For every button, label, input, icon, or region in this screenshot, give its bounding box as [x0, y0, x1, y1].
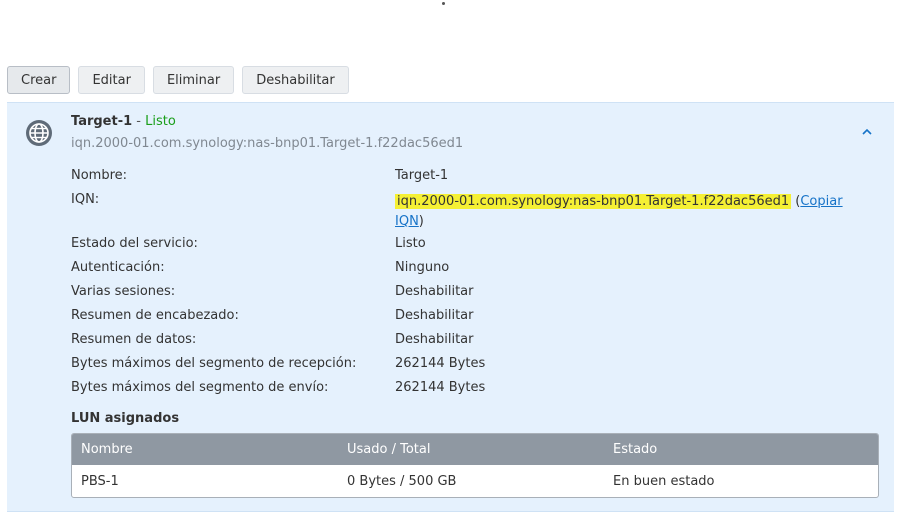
- service-status-label: Estado del servicio:: [71, 236, 198, 251]
- multi-session-value: Deshabilitar: [395, 284, 474, 299]
- max-send-value: 262144 Bytes: [395, 380, 486, 395]
- disable-button[interactable]: Deshabilitar: [242, 66, 349, 94]
- data-digest-value: Deshabilitar: [395, 332, 474, 347]
- lun-table: Nombre Usado / Total Estado PBS-1 0 Byte…: [71, 433, 879, 498]
- auth-value: Ninguno: [395, 260, 450, 275]
- lun-usage-cell: 0 Bytes / 500 GB: [347, 474, 457, 489]
- max-recv-label: Bytes máximos del segmento de recepción:: [71, 356, 357, 371]
- iqn-value-block: iqn.2000-01.com.synology:nas-bnp01.Targe…: [395, 192, 843, 232]
- target-panel[interactable]: Target-1 - Listo iqn.2000-01.com.synolog…: [7, 102, 894, 512]
- iqn-value: iqn.2000-01.com.synology:nas-bnp01.Targe…: [395, 194, 792, 209]
- header-digest-value: Deshabilitar: [395, 308, 474, 323]
- target-iqn-subtitle: iqn.2000-01.com.synology:nas-bnp01.Targe…: [71, 136, 464, 151]
- target-title: Target-1 - Listo: [71, 114, 176, 129]
- max-recv-value: 262144 Bytes: [395, 356, 486, 371]
- header-digest-label: Resumen de encabezado:: [71, 308, 239, 323]
- auth-label: Autenticación:: [71, 260, 165, 275]
- max-send-label: Bytes máximos del segmento de envío:: [71, 380, 329, 395]
- lun-name-cell: PBS-1: [81, 474, 119, 489]
- chevron-up-icon[interactable]: [860, 125, 874, 139]
- title-separator: -: [132, 114, 146, 129]
- copy-open-paren: (: [791, 194, 801, 209]
- multi-session-label: Varias sesiones:: [71, 284, 176, 299]
- edit-button[interactable]: Editar: [78, 66, 145, 94]
- globe-icon: [26, 120, 52, 146]
- column-header-status[interactable]: Estado: [613, 442, 657, 457]
- copy-iqn-link-part2[interactable]: IQN: [395, 214, 419, 229]
- column-header-name[interactable]: Nombre: [81, 442, 133, 457]
- copy-close-paren: ): [418, 214, 424, 229]
- name-value: Target-1: [395, 168, 449, 183]
- loading-dot: [442, 2, 445, 5]
- service-status-value: Listo: [395, 236, 426, 251]
- delete-button[interactable]: Eliminar: [152, 66, 235, 94]
- toolbar: Crear Editar Eliminar Deshabilitar: [7, 66, 349, 94]
- column-header-usage[interactable]: Usado / Total: [347, 442, 430, 457]
- name-label: Nombre:: [71, 168, 128, 183]
- iqn-label: IQN:: [71, 192, 100, 207]
- create-button[interactable]: Crear: [7, 66, 71, 94]
- table-row[interactable]: PBS-1 0 Bytes / 500 GB En buen estado: [72, 465, 878, 497]
- target-status: Listo: [145, 114, 176, 129]
- lun-table-header: Nombre Usado / Total Estado: [72, 434, 878, 465]
- copy-iqn-link-part1[interactable]: Copiar: [800, 194, 842, 209]
- data-digest-label: Resumen de datos:: [71, 332, 197, 347]
- target-name: Target-1: [71, 114, 133, 129]
- lun-section-title: LUN asignados: [71, 411, 180, 426]
- lun-status-cell: En buen estado: [613, 474, 715, 489]
